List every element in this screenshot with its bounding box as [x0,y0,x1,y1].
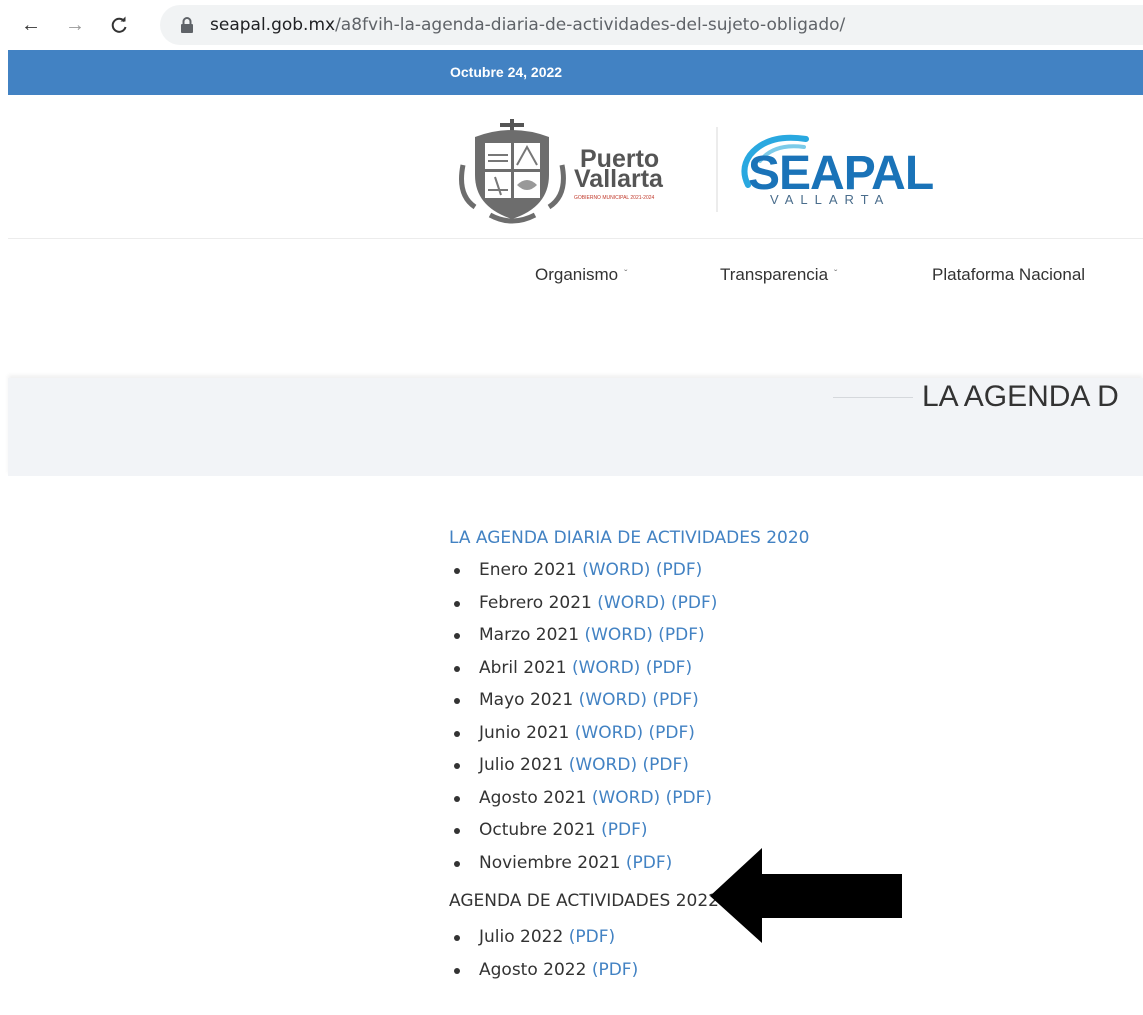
top-date-bar: Octubre 24, 2022 [8,50,1143,95]
word-link[interactable]: (WORD) [597,593,665,613]
puerto-vallarta-seal-icon[interactable] [455,115,570,225]
month-label: Octubre 2021 [479,820,596,840]
pdf-link[interactable]: (PDF) [626,853,672,873]
pdf-link[interactable]: (PDF) [642,755,688,775]
word-link[interactable]: (WORD) [572,658,640,678]
word-link[interactable]: (WORD) [569,755,637,775]
url-text[interactable]: seapal.gob.mx/a8fvih-la-agenda-diaria-de… [210,15,845,35]
month-label: Agosto 2022 [479,959,587,980]
browser-toolbar: ← → seapal.gob.mx/a8fvih-la-agenda-diari… [0,0,1143,50]
url-path: /a8fvih-la-agenda-diaria-de-actividades-… [335,15,846,35]
list-item: Enero 2021 (WORD) (PDF) [449,554,1143,587]
word-link[interactable]: (WORD) [575,723,643,743]
pdf-link[interactable]: (PDF) [649,723,695,743]
list-item: Agosto 2021 (WORD) (PDF) [449,782,1143,815]
pdf-link[interactable]: (PDF) [666,788,712,808]
section-heading-2020: LA AGENDA DIARIA DE ACTIVIDADES 2020 [449,528,810,548]
month-label: Julio 2021 [479,755,564,775]
vallarta-text: Vallarta [574,165,663,193]
arrow-left-icon[interactable]: ← [18,12,44,38]
reload-icon[interactable] [106,12,132,38]
address-bar[interactable]: seapal.gob.mx/a8fvih-la-agenda-diaria-de… [160,5,1143,45]
word-link[interactable]: (WORD) [592,788,660,808]
month-label: Junio 2021 [479,722,570,743]
word-link[interactable]: (WORD) [579,690,647,710]
list-item: Abril 2021 (WORD) (PDF) [449,652,1143,685]
pdf-link[interactable]: (PDF) [592,960,638,980]
pdf-link[interactable]: (PDF) [652,690,698,710]
list-item: Mayo 2021 (WORD) (PDF) [449,684,1143,717]
page-title-banner: LA AGENDA D [8,378,1143,476]
nav-item-label: Plataforma Nacional [932,265,1086,284]
lock-icon[interactable] [180,17,194,33]
nav-item-transparencia[interactable]: Transparencia ˇ [720,265,837,285]
title-decoration-line [833,397,913,398]
pdf-link[interactable]: (PDF) [601,820,647,840]
month-label: Febrero 2021 [479,592,592,613]
nav-item-organismo[interactable]: Organismo ˇ [535,265,627,285]
current-date: Octubre 24, 2022 [450,64,563,80]
site-header-logos: Puerto Vallarta GOBIERNO MUNICIPAL 2021-… [0,95,1143,240]
black-arrow-left-icon [710,848,902,943]
arrow-right-icon[interactable]: → [62,12,88,38]
gobierno-municipal-text: GOBIERNO MUNICIPAL 2021-2024 [574,195,655,201]
list-item: Marzo 2021 (WORD) (PDF) [449,619,1143,652]
list-item: Octubre 2021 (PDF) [449,814,1143,847]
pdf-link[interactable]: (PDF) [646,658,692,678]
header-divider [8,238,1143,239]
pdf-link[interactable]: (PDF) [671,593,717,613]
month-label: Abril 2021 [479,657,567,678]
logo-divider [716,127,718,212]
month-label: Julio 2022 [479,927,564,947]
list-item: Junio 2021 (WORD) (PDF) [449,717,1143,750]
chevron-down-icon: ˇ [834,269,838,280]
pdf-link[interactable]: (PDF) [658,625,704,645]
list-item: Febrero 2021 (WORD) (PDF) [449,587,1143,620]
page-title: LA AGENDA D [922,380,1119,413]
pdf-link[interactable]: (PDF) [656,560,702,580]
nav-item-label: Organismo [535,265,619,284]
word-link[interactable]: (WORD) [584,625,652,645]
pdf-link[interactable]: (PDF) [569,927,615,947]
agenda-list-2021: Enero 2021 (WORD) (PDF) Febrero 2021 (WO… [449,554,1143,879]
chevron-down-icon: ˇ [624,269,628,280]
seapal-logo[interactable]: SEAPAL [748,150,934,198]
month-label: Noviembre 2021 [479,852,621,873]
month-label: Mayo 2021 [479,690,574,710]
url-domain: seapal.gob.mx [210,15,336,35]
month-label: Agosto 2021 [479,787,587,808]
list-item: Agosto 2022 (PDF) [449,954,1143,987]
month-label: Marzo 2021 [479,625,580,645]
list-item: Julio 2021 (WORD) (PDF) [449,749,1143,782]
main-navigation: Organismo ˇ Transparencia ˇ Plataforma Nac… [0,255,1143,295]
seapal-sub-text: VALLARTA [770,192,891,207]
nav-item-label: Transparencia [720,265,829,284]
nav-item-plataforma-nacional[interactable]: Plataforma Nacional [932,265,1085,285]
word-link[interactable]: (WORD) [582,560,650,580]
month-label: Enero 2021 [479,560,577,580]
